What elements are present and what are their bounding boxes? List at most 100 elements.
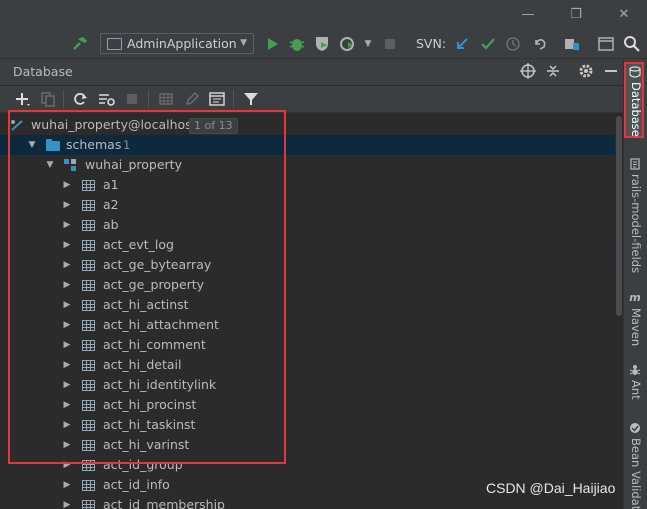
tab-bean-validation[interactable]: Bean Validation xyxy=(624,420,646,509)
run-toolbar: AdminApplication ▼ ▼ SVN: xyxy=(0,30,647,59)
collapsed-arrow-icon[interactable]: ▶ xyxy=(62,235,72,255)
table-row[interactable]: ▶ ab xyxy=(0,215,615,235)
collapsed-arrow-icon[interactable]: ▶ xyxy=(62,495,72,509)
terminal-icon[interactable] xyxy=(596,34,616,54)
crosshair-icon[interactable] xyxy=(518,61,538,81)
table-view-icon[interactable] xyxy=(156,89,176,109)
collapsed-arrow-icon[interactable]: ▶ xyxy=(62,315,72,335)
coverage-icon[interactable] xyxy=(312,34,332,54)
table-icon xyxy=(82,300,95,311)
table-name: act_ge_bytearray xyxy=(103,257,212,272)
chevron-down-icon[interactable]: ▼ xyxy=(358,34,378,54)
table-row[interactable]: ▶ act_id_membership xyxy=(0,495,615,509)
table-icon xyxy=(82,240,95,251)
collapsed-arrow-icon[interactable]: ▶ xyxy=(62,195,72,215)
table-row[interactable]: ▶ act_id_group xyxy=(0,455,615,475)
expanded-arrow-icon[interactable]: ▼ xyxy=(27,135,37,155)
table-icon xyxy=(82,360,95,371)
table-name: act_hi_attachment xyxy=(103,317,219,332)
copy-icon[interactable] xyxy=(38,89,58,109)
bean-validation-icon xyxy=(629,422,641,434)
collapsed-arrow-icon[interactable]: ▶ xyxy=(62,455,72,475)
table-name: act_hi_actinst xyxy=(103,297,189,312)
table-row[interactable]: ▶ a1 xyxy=(0,175,615,195)
collapsed-arrow-icon[interactable]: ▶ xyxy=(62,175,72,195)
collapsed-arrow-icon[interactable]: ▶ xyxy=(62,435,72,455)
schema-node[interactable]: ▼ wuhai_property xyxy=(0,155,615,175)
collapsed-arrow-icon[interactable]: ▶ xyxy=(62,475,72,495)
table-row[interactable]: ▶ act_ge_bytearray xyxy=(0,255,615,275)
schemas-node[interactable]: ▼ schemas 1 xyxy=(0,135,615,155)
sql-console-icon[interactable] xyxy=(207,89,227,109)
stop-icon[interactable] xyxy=(122,89,142,109)
collapsed-arrow-icon[interactable]: ▶ xyxy=(62,215,72,235)
table-row[interactable]: ▶ act_hi_attachment xyxy=(0,315,615,335)
edit-icon[interactable] xyxy=(182,89,202,109)
table-icon xyxy=(82,500,95,509)
expanded-arrow-icon[interactable]: ▼ xyxy=(45,155,55,175)
table-row[interactable]: ▶ act_hi_actinst xyxy=(0,295,615,315)
tab-maven-label: Maven xyxy=(629,308,643,347)
tab-database-label: Database xyxy=(629,82,643,137)
tree-scrollbar-thumb[interactable] xyxy=(616,116,622,316)
table-row[interactable]: ▶ act_hi_identitylink xyxy=(0,375,615,395)
table-row[interactable]: ▶ act_hi_varinst xyxy=(0,435,615,455)
hide-panel-icon[interactable] xyxy=(601,61,621,81)
table-name: act_id_membership xyxy=(103,497,225,509)
table-row[interactable]: ▶ act_evt_log xyxy=(0,235,615,255)
table-row[interactable]: ▶ act_hi_detail xyxy=(0,355,615,375)
table-name: a2 xyxy=(103,197,119,212)
database-toolbar xyxy=(0,86,623,113)
collapsed-arrow-icon[interactable]: ▶ xyxy=(62,395,72,415)
collapsed-arrow-icon[interactable]: ▶ xyxy=(62,275,72,295)
tab-database[interactable]: Database xyxy=(624,64,646,137)
table-row[interactable]: ▶ act_ge_property xyxy=(0,275,615,295)
run-icon[interactable] xyxy=(262,34,282,54)
run-configuration-select[interactable]: AdminApplication ▼ xyxy=(100,33,254,54)
restore-icon[interactable]: ❐ xyxy=(564,4,588,26)
table-name: act_hi_identitylink xyxy=(103,377,217,392)
collapsed-arrow-icon[interactable]: ▶ xyxy=(62,255,72,275)
history-icon[interactable] xyxy=(503,34,523,54)
schema-icon xyxy=(64,159,78,172)
table-row[interactable]: ▶ act_hi_taskinst xyxy=(0,415,615,435)
collapsed-arrow-icon[interactable]: ▶ xyxy=(62,415,72,435)
database-icon xyxy=(629,66,641,78)
table-icon xyxy=(82,220,95,231)
revert-icon[interactable] xyxy=(530,34,550,54)
close-icon[interactable]: ✕ xyxy=(612,4,636,26)
schema-settings-icon[interactable] xyxy=(96,89,116,109)
datasource-node[interactable]: wuhai_property@localhost 1 of 13 xyxy=(0,115,615,135)
collapsed-arrow-icon[interactable]: ▶ xyxy=(62,355,72,375)
collapsed-arrow-icon[interactable]: ▶ xyxy=(62,335,72,355)
minimize-icon[interactable]: — xyxy=(516,4,540,26)
search-icon[interactable] xyxy=(622,34,642,54)
tab-maven[interactable]: m Maven xyxy=(624,290,646,350)
tab-rails-label: rails-model-fields xyxy=(629,174,643,274)
tab-ant-label: Ant xyxy=(629,380,643,400)
collapsed-arrow-icon[interactable]: ▶ xyxy=(62,375,72,395)
table-name: a1 xyxy=(103,177,119,192)
tab-ant[interactable]: Ant xyxy=(624,362,646,402)
table-icon xyxy=(82,420,95,431)
table-row[interactable]: ▶ act_hi_comment xyxy=(0,335,615,355)
stop-icon[interactable] xyxy=(380,34,400,54)
gear-icon[interactable] xyxy=(576,61,596,81)
table-name: act_ge_property xyxy=(103,277,205,292)
table-row[interactable]: ▶ act_hi_procinst xyxy=(0,395,615,415)
collapsed-arrow-icon[interactable]: ▶ xyxy=(62,295,72,315)
table-row[interactable]: ▶ a2 xyxy=(0,195,615,215)
add-icon[interactable] xyxy=(12,89,32,109)
collapse-all-icon[interactable] xyxy=(543,61,563,81)
profile-icon[interactable] xyxy=(338,34,358,54)
filter-icon[interactable] xyxy=(241,89,261,109)
project-structure-icon[interactable] xyxy=(562,34,582,54)
tab-rails-model-fields[interactable]: rails-model-fields xyxy=(624,156,646,276)
svn-update-icon[interactable] xyxy=(452,34,472,54)
table-name: act_hi_procinst xyxy=(103,397,197,412)
refresh-icon[interactable] xyxy=(70,89,90,109)
maven-icon: m xyxy=(629,291,641,304)
debug-icon[interactable] xyxy=(287,34,307,54)
svn-commit-icon[interactable] xyxy=(478,34,498,54)
build-hammer-icon[interactable] xyxy=(70,34,90,54)
